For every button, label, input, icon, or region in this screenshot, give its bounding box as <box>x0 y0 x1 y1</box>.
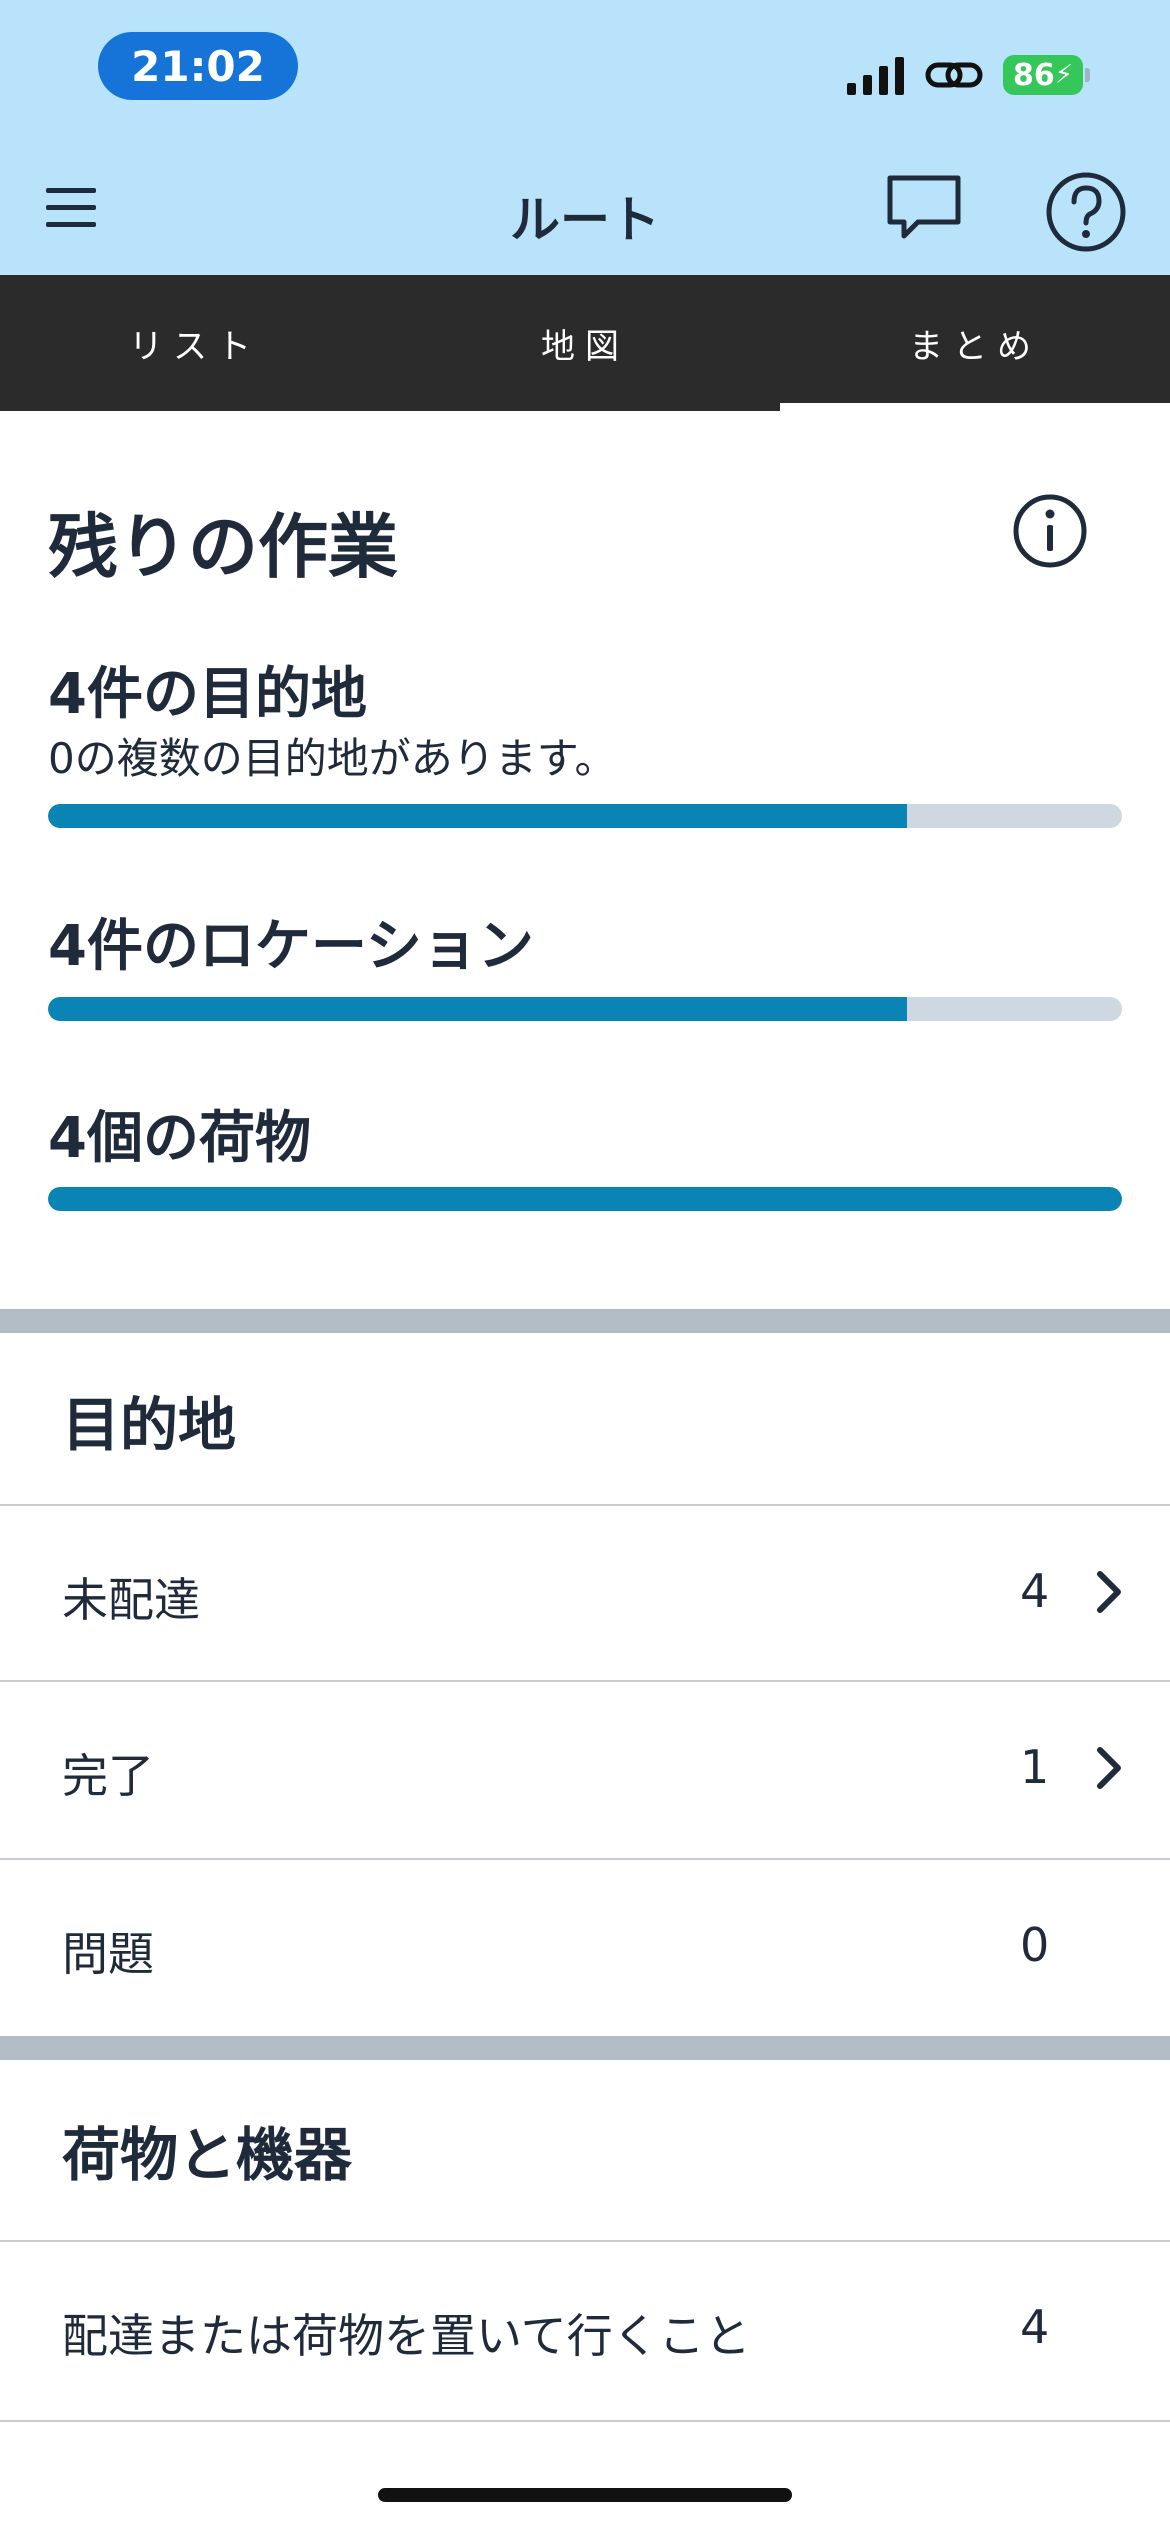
app-bar: ルート <box>0 150 1170 275</box>
section-divider <box>0 1309 1170 1333</box>
destinations-metric-subtext: 0の複数の目的地があります。 <box>48 734 617 783</box>
packages-progress-bar <box>48 1187 1122 1211</box>
tab-summary[interactable]: まとめ <box>780 275 1170 411</box>
row-count: 1 <box>1020 1740 1050 1794</box>
help-icon[interactable] <box>1044 170 1128 254</box>
page-title: ルート <box>510 191 660 249</box>
info-icon[interactable] <box>1012 493 1088 569</box>
status-icons: 86 ⚡ <box>846 52 1090 98</box>
chat-icon[interactable] <box>884 170 964 250</box>
signal-icon <box>846 57 904 95</box>
destinations-metric-label: 4件の目的地 <box>48 662 367 727</box>
charging-bolt-icon: ⚡ <box>1054 60 1073 90</box>
chevron-right-icon <box>1097 1747 1121 1789</box>
battery-level: 86 <box>1012 57 1055 93</box>
packages-progress-fill <box>48 1187 1122 1211</box>
section-divider <box>0 2036 1170 2060</box>
status-time: 21:02 <box>98 32 298 100</box>
package-row-deliver-or-leave: 配達または荷物を置いて行くこと 4 <box>0 2240 1170 2422</box>
destinations-progress-fill <box>48 804 908 828</box>
row-label: 完了 <box>62 1749 154 1803</box>
packages-metric-label: 4個の荷物 <box>48 1106 311 1171</box>
row-count: 0 <box>1020 1918 1050 1972</box>
tab-map[interactable]: 地図 <box>390 275 780 411</box>
battery-icon: 86 ⚡ <box>1002 55 1083 95</box>
home-indicator <box>378 2488 792 2502</box>
locations-progress-fill <box>48 997 908 1021</box>
locations-metric-label: 4件のロケーション <box>48 914 534 979</box>
remaining-work-card: 残りの作業 4件の目的地 0の複数の目的地があります。 4件のロケーション 4個… <box>0 411 1170 1309</box>
row-label: 配達または荷物を置いて行くこと <box>62 2309 751 2363</box>
destination-row-undelivered[interactable]: 未配達 4 <box>0 1504 1170 1680</box>
row-count: 4 <box>1020 2300 1050 2354</box>
battery-tip <box>1085 68 1090 82</box>
destination-row-completed[interactable]: 完了 1 <box>0 1680 1170 1856</box>
destination-row-issues: 問題 0 <box>0 1858 1170 2034</box>
chevron-right-icon <box>1097 1571 1121 1613</box>
locations-progress-bar <box>48 997 1122 1021</box>
row-count: 4 <box>1020 1564 1050 1618</box>
row-label: 未配達 <box>62 1573 200 1627</box>
destinations-section-title: 目的地 <box>62 1391 237 1459</box>
destinations-progress-bar <box>48 804 1122 828</box>
packages-section-title: 荷物と機器 <box>62 2121 353 2189</box>
header-area: 21:02 86 ⚡ ルート <box>0 0 1170 275</box>
tab-list[interactable]: リスト <box>0 275 390 411</box>
link-icon <box>925 62 983 88</box>
remaining-work-title: 残りの作業 <box>48 506 398 588</box>
tab-bar: リスト 地図 まとめ <box>0 275 1170 411</box>
row-label: 問題 <box>62 1927 154 1981</box>
